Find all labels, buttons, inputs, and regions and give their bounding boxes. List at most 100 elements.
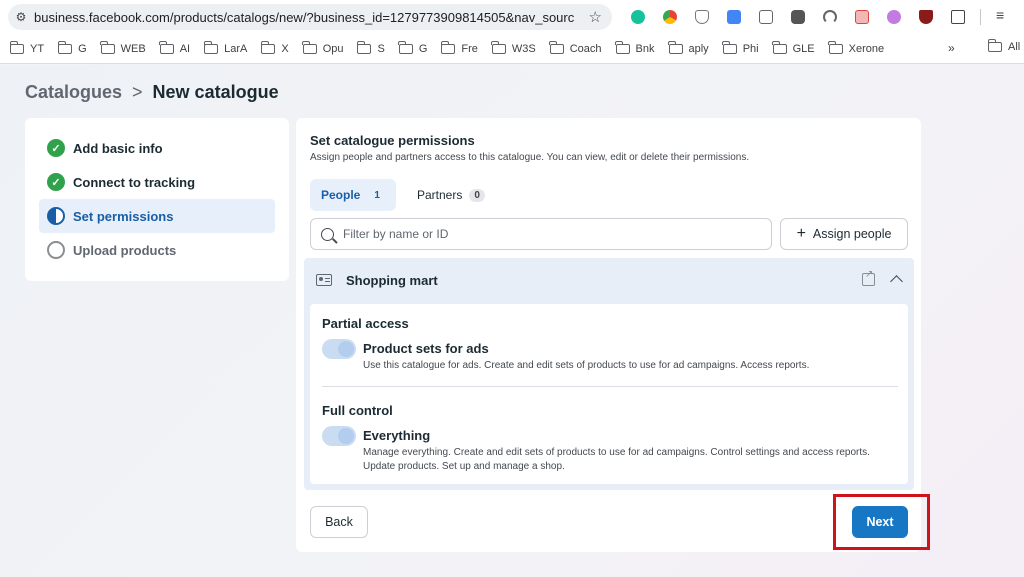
half-circle-icon [47, 207, 65, 225]
bookmark-item[interactable]: Phi [722, 40, 759, 55]
assign-people-button[interactable]: + Assign people [780, 218, 908, 250]
folder-icon [9, 40, 24, 54]
translate-icon[interactable] [718, 6, 750, 28]
breadcrumb: Catalogues > New catalogue [25, 82, 279, 103]
breadcrumb-catalogues[interactable]: Catalogues [25, 82, 122, 103]
bookmark-star-icon[interactable]: ☆ [589, 8, 602, 26]
bookmark-item[interactable]: GLE [772, 40, 815, 55]
step-label: Upload products [73, 242, 177, 258]
url-text[interactable]: business.facebook.com/products/catalogs/… [34, 10, 574, 25]
tab-label: People [321, 188, 361, 202]
extension-icons [622, 6, 974, 28]
toggle-knob [338, 428, 354, 444]
step-add-basic-info[interactable]: ✓ Add basic info [39, 131, 275, 165]
permissions-card: Set catalogue permissions Assign people … [296, 118, 930, 552]
clipboard-icon[interactable] [750, 6, 782, 28]
partial-access-heading: Partial access [322, 316, 409, 331]
grammarly-icon[interactable] [622, 6, 654, 28]
chrome-icon[interactable] [654, 6, 686, 28]
tab-count: 1 [374, 189, 380, 201]
site-info-icon[interactable]: ⚙ [8, 10, 34, 24]
folder-icon [615, 40, 630, 54]
bookmark-label: Fre [461, 42, 478, 55]
bookmark-item[interactable]: Bnk [615, 40, 655, 55]
plus-icon: + [796, 225, 806, 242]
search-input[interactable] [343, 227, 743, 241]
back-button[interactable]: Back [310, 506, 368, 538]
folder-icon [302, 40, 317, 54]
product-sets-label: Product sets for ads [363, 341, 489, 356]
step-connect-to-tracking[interactable]: ✓ Connect to tracking [39, 165, 275, 199]
empty-circle-icon [47, 241, 65, 259]
bookmark-label: Xerone [848, 42, 885, 55]
arc-icon[interactable] [814, 6, 846, 28]
bookmark-item[interactable]: YT [9, 40, 45, 55]
bookmark-label: LarA [224, 42, 248, 55]
image-icon[interactable] [846, 6, 878, 28]
playlist-icon[interactable]: ≡ [996, 7, 1004, 23]
step-label: Set permissions [73, 208, 174, 224]
bookmark-item[interactable]: Fre [440, 40, 478, 55]
bookmark-item[interactable]: aply [668, 40, 709, 55]
bookmark-label: aply [688, 42, 709, 55]
tab-label: Partners [417, 188, 463, 202]
external-link-icon[interactable] [862, 269, 875, 286]
bookmark-item[interactable]: WEB [100, 40, 146, 55]
bookmark-label: WEB [120, 42, 146, 55]
filter-search[interactable] [310, 218, 772, 250]
bookmark-item[interactable]: Coach [549, 40, 602, 55]
folder-icon [398, 40, 413, 54]
bookmark-item[interactable]: G [57, 40, 87, 55]
full-control-heading: Full control [322, 403, 393, 418]
tab-people[interactable]: People 1 [310, 179, 396, 211]
badge-icon[interactable] [910, 6, 942, 28]
page: Catalogues > New catalogue ✓ Add basic i… [0, 65, 1024, 577]
next-button[interactable]: Next [852, 506, 908, 538]
steps-panel: ✓ Add basic info ✓ Connect to tracking S… [25, 118, 289, 281]
bookmarks-overflow-button[interactable]: » [948, 41, 955, 55]
search-icon [321, 227, 334, 241]
folder-icon [828, 40, 843, 54]
bookmark-item[interactable]: Xerone [828, 40, 885, 55]
bookmark-label: X [281, 42, 289, 55]
folder-icon [987, 39, 1002, 52]
assign-people-label: Assign people [812, 227, 892, 241]
product-sets-toggle[interactable] [322, 339, 356, 359]
bookmark-item[interactable]: W3S [491, 40, 536, 55]
chevron-up-icon[interactable] [890, 275, 903, 288]
folder-icon [159, 40, 174, 54]
toolbar-divider [980, 9, 981, 25]
bookmark-label: YT [30, 42, 45, 55]
breadcrumb-separator: > [132, 82, 143, 102]
divider [322, 386, 898, 387]
bookmark-label: W3S [511, 42, 536, 55]
bookmark-label: S [377, 42, 385, 55]
owner-header[interactable]: Shopping mart [304, 258, 914, 302]
bookmark-item[interactable]: X [260, 40, 289, 55]
folder-icon [772, 40, 787, 54]
bookmark-label: Coach [569, 42, 602, 55]
puzzle-icon[interactable] [942, 6, 974, 28]
all-bookmarks-button[interactable]: All [987, 39, 1020, 53]
check-icon: ✓ [47, 139, 65, 157]
browser-toolbar: ⚙ business.facebook.com/products/catalog… [0, 0, 1024, 34]
bookmarks-bar: YT G WEB AI LarA X Opu S G Fre W3S Coach Bnk aply Phi G… [0, 34, 1024, 64]
bookmark-label: G [78, 42, 87, 55]
robot-icon[interactable] [782, 6, 814, 28]
step-set-permissions[interactable]: Set permissions [39, 199, 275, 233]
bookmark-item[interactable]: AI [159, 40, 190, 55]
bookmark-item[interactable]: G [398, 40, 427, 55]
address-bar[interactable]: ⚙ business.facebook.com/products/catalog… [8, 4, 612, 30]
bookmark-item[interactable]: Opu [302, 40, 343, 55]
tab-partners[interactable]: Partners 0 [406, 179, 496, 211]
bookmark-item[interactable]: LarA [203, 40, 248, 55]
folder-icon [668, 40, 683, 54]
shield-icon[interactable] [686, 6, 718, 28]
owner-name: Shopping mart [346, 272, 438, 288]
everything-toggle[interactable] [322, 426, 356, 446]
brain-icon[interactable] [878, 6, 910, 28]
permission-options: Partial access Product sets for ads Use … [310, 304, 908, 484]
step-upload-products[interactable]: Upload products [39, 233, 275, 267]
section-title: Set catalogue permissions [310, 133, 475, 148]
bookmark-item[interactable]: S [356, 40, 385, 55]
